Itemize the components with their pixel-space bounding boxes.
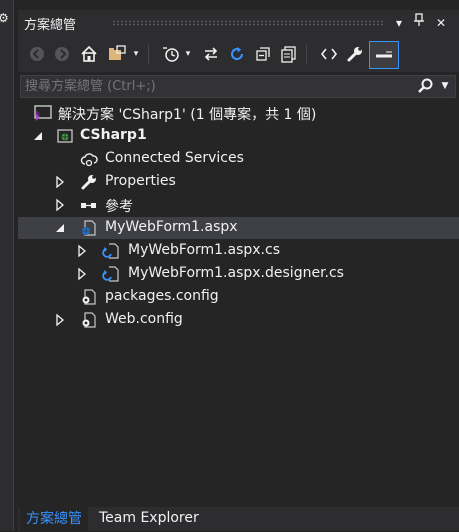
solution-explorer-toolbar: ▾ ▾ xyxy=(18,36,459,72)
panel-title: 方案總管 xyxy=(24,18,77,33)
tree-item-packages-config[interactable]: packages.config xyxy=(18,286,459,308)
expand-arrow-icon[interactable] xyxy=(76,244,88,258)
tree-item-project[interactable]: CSharp1 xyxy=(18,125,459,147)
properties-icon[interactable] xyxy=(344,42,366,66)
close-icon[interactable]: ✕ xyxy=(431,13,451,33)
tree-item-webform[interactable]: MyWebForm1.aspx xyxy=(18,217,459,239)
pin-icon[interactable] xyxy=(409,13,429,33)
preview-selected-items-icon[interactable] xyxy=(369,41,399,69)
left-tool-strip: ⚙ xyxy=(0,0,14,531)
back-icon[interactable] xyxy=(26,42,48,66)
solution-icon xyxy=(34,104,52,122)
packages-config-label: packages.config xyxy=(105,288,219,304)
expand-arrow-icon[interactable] xyxy=(54,313,66,327)
home-icon[interactable] xyxy=(78,42,100,66)
gear-icon[interactable]: ⚙ xyxy=(0,11,9,25)
pending-changes-dropdown-icon[interactable]: ▾ xyxy=(182,42,194,66)
tree-item-webform-cs[interactable]: MyWebForm1.aspx.cs xyxy=(18,240,459,262)
tree-item-references[interactable]: 參考 xyxy=(18,194,459,216)
webform-designer-label: MyWebForm1.aspx.designer.cs xyxy=(128,265,344,281)
switch-views-icon[interactable] xyxy=(106,42,128,66)
search-input[interactable] xyxy=(25,77,405,95)
tree-item-solution[interactable]: 解決方案 'CSharp1' (1 個專案，共 1 個) xyxy=(18,102,459,124)
csharp-code-file-icon xyxy=(102,265,120,283)
toolbar-separator xyxy=(306,44,307,64)
expand-arrow-icon[interactable] xyxy=(54,175,66,189)
tab-team-explorer[interactable]: Team Explorer xyxy=(93,507,205,531)
panel-title-bar: 方案總管 ▾ ✕ xyxy=(18,10,459,36)
wrench-icon xyxy=(80,173,98,191)
switch-views-dropdown-icon[interactable]: ▾ xyxy=(130,42,142,66)
web-form-file-icon xyxy=(80,219,98,237)
project-label: CSharp1 xyxy=(80,127,147,143)
connected-services-label: Connected Services xyxy=(105,150,244,166)
cloud-services-icon xyxy=(80,150,98,168)
refresh-icon[interactable] xyxy=(226,42,248,66)
tab-solution-explorer[interactable]: 方案總管 xyxy=(20,507,88,532)
config-file-icon xyxy=(80,311,98,329)
view-code-icon[interactable] xyxy=(318,42,340,66)
search-box[interactable]: ▼ xyxy=(20,75,456,98)
search-options-dropdown-icon[interactable]: ▼ xyxy=(438,77,452,96)
collapse-arrow-icon[interactable] xyxy=(32,129,44,143)
title-grip[interactable] xyxy=(112,20,385,26)
window-position-dropdown-icon[interactable]: ▾ xyxy=(389,13,409,33)
references-label: 參考 xyxy=(105,199,133,215)
forward-icon[interactable] xyxy=(51,42,73,66)
sync-with-active-document-icon[interactable] xyxy=(200,42,222,66)
webform-label: MyWebForm1.aspx xyxy=(105,219,238,235)
solution-explorer-panel: 方案總管 ▾ ✕ ▾ ▾ 搜尋方案總管 (Ctrl+;) ▼ 解決方案 'CSh… xyxy=(18,10,459,532)
tree-item-properties[interactable]: Properties xyxy=(18,171,459,193)
bottom-tab-bar: 方案總管 Team Explorer xyxy=(18,507,459,532)
references-icon xyxy=(80,196,98,214)
webform-cs-label: MyWebForm1.aspx.cs xyxy=(128,242,280,258)
toolbar-separator xyxy=(148,44,149,64)
collapse-arrow-icon[interactable] xyxy=(54,221,66,235)
expand-arrow-icon[interactable] xyxy=(54,198,66,212)
search-icon[interactable] xyxy=(417,77,437,96)
web-project-icon xyxy=(56,127,74,145)
pending-changes-filter-icon[interactable] xyxy=(160,42,182,66)
properties-label: Properties xyxy=(105,173,176,189)
config-file-icon xyxy=(80,288,98,306)
expand-arrow-icon[interactable] xyxy=(76,267,88,281)
web-config-label: Web.config xyxy=(105,311,183,327)
tree-item-web-config[interactable]: Web.config xyxy=(18,309,459,331)
collapse-all-icon[interactable] xyxy=(252,42,274,66)
csharp-code-file-icon xyxy=(102,242,120,260)
tree-item-connected-services[interactable]: Connected Services xyxy=(18,148,459,170)
solution-label: 解決方案 'CSharp1' (1 個專案，共 1 個) xyxy=(58,107,317,123)
tree-item-webform-designer[interactable]: MyWebForm1.aspx.designer.cs xyxy=(18,263,459,285)
show-all-files-icon[interactable] xyxy=(278,42,300,66)
